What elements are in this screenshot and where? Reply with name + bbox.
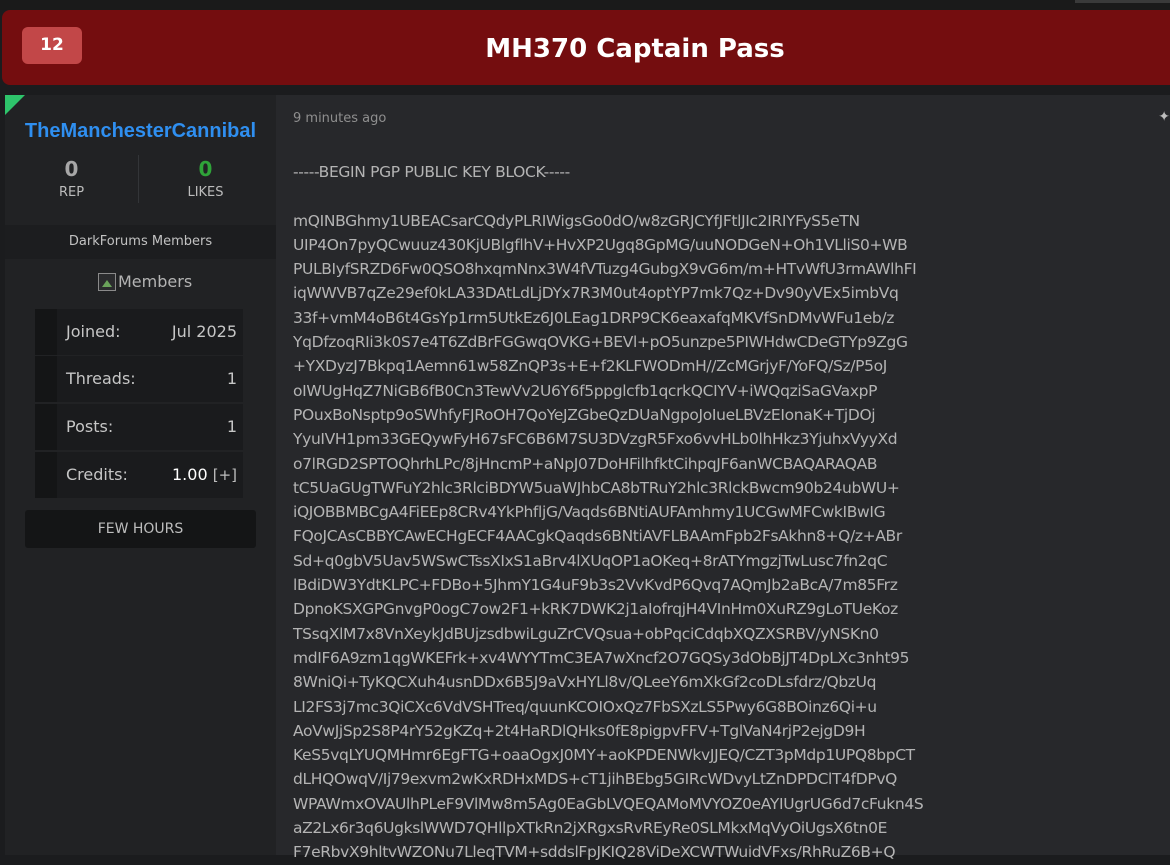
post-line: o7lRGD2SPTOQhrhLPc/8jHncmP+aNpJ07DoHFilh…: [293, 454, 878, 473]
post-body: -----BEGIN PGP PUBLIC KEY BLOCK----- mQIN…: [293, 160, 1163, 865]
post-line: AoVwJjSp2S8P4rY52gKZq+2t4HaRDlQHks0fE8pi…: [293, 721, 866, 740]
thread-header: 12 MH370 Captain Pass: [2, 10, 1170, 85]
post-line: DpnoKSXGPGnvgP0ogC7ow2F1+kRK7DWK2j1aIofr…: [293, 600, 898, 619]
post-line: mdIF6A9zm1qgWKEFrk+xv4WYYTmC3EA7wXncf2O7…: [293, 648, 910, 667]
info-row-accent: [35, 404, 57, 450]
post-line: tC5UaGUgTWFuY2hlc3RlciBDYW5uaWJhbCA8bTRu…: [293, 478, 900, 497]
post-line: +YXDyzJ7Bkpq1Aemn61w58ZnQP3s+E+f2KLFWODm…: [293, 357, 888, 376]
post-line: lBdiDW3YdtKLPC+FDBo+5JhmY1G4uF9b3s2VvKvd…: [293, 576, 898, 595]
group-image: Members: [98, 272, 192, 291]
post-line: YyuIVH1pm33GEQywFyH67sFC6B6M7SU3DVzgR5Fx…: [293, 430, 898, 449]
activity-badge: FEW HOURS: [25, 510, 256, 548]
post-line: [293, 184, 1163, 208]
info-label: Threads:: [66, 369, 136, 388]
post-timestamp[interactable]: 9 minutes ago: [293, 111, 386, 126]
likes-stat[interactable]: 0 LIKES: [139, 157, 272, 200]
online-status-icon: [5, 95, 25, 115]
post-line: POuxBoNsptp9oSWhfyFJRoOH7QoYeJZGbeQzDUaN…: [293, 405, 876, 424]
post-line: iqWWVB7qZe29ef0kLA33DAtLdLjDYx7R3M0ut4op…: [293, 284, 899, 303]
info-value[interactable]: 1: [227, 404, 237, 450]
info-row-threads: Threads: 1: [35, 356, 243, 402]
broken-image-icon: [98, 272, 116, 291]
author-username[interactable]: TheManchesterCannibal: [5, 120, 276, 143]
info-row-accent: [35, 452, 57, 498]
post-line: UIP4On7pyQCwuuz430KjUBlgflhV+HvXP2Ugq8Gp…: [293, 235, 908, 254]
info-label: Credits:: [66, 465, 128, 484]
info-label: Joined:: [66, 322, 121, 341]
post-line: WPAWmxOVAUlhPLeF9VlMw8m5Ag0EaGbLVQEQAMoM…: [293, 794, 924, 813]
post-line: 33f+vmM4oB6t4GsYp1rm5UtkEz6J0LEag1DRP9CK…: [293, 308, 895, 327]
likes-value: 0: [198, 157, 213, 181]
info-label: Posts:: [66, 417, 114, 436]
reputation-label: REP: [58, 185, 85, 200]
likes-label: LIKES: [187, 185, 224, 200]
post-line: aZ2Lx6r3q6UgkslWWD7QHllpXTkRn2jXRgxsRvRE…: [293, 819, 888, 838]
post-menu-icon[interactable]: ✦: [1158, 109, 1170, 125]
post-line: iQJOBBMBCgA4FiEEp8CRv4YkPhfljG/Vaqds6BNt…: [293, 503, 886, 522]
post-line: KeS5vqLYUQMHmr6EgFTG+oaaOgxJ0MY+aoKPDENW…: [293, 746, 915, 765]
top-strip: [0, 0, 1170, 10]
post-line: LI2FS3j7mc3QiCXc6VdVSHTreq/quunKCOIOxQz7…: [293, 697, 877, 716]
post-line: Sd+q0gbV5Uav5WSwCTssXIxS1aBrv4lXUqOP1aOK…: [293, 551, 888, 570]
add-credits-button[interactable]: [+]: [213, 466, 237, 484]
user-group: DarkForums Members: [5, 225, 276, 259]
credits-value-group: 1.00 [+]: [172, 452, 237, 498]
post-content: 9 minutes ago ✦ -----BEGIN PGP PUBLIC KE…: [276, 95, 1170, 861]
post-line: oIWUgHqZ7NiGB6fB0Cn3TewVv2U6Y6f5ppglcfb1…: [293, 381, 878, 400]
group-image-alt: Members: [118, 272, 193, 291]
info-row-credits: Credits: 1.00 [+]: [35, 452, 243, 498]
info-value: Jul 2025: [171, 322, 237, 341]
info-row-accent: [35, 309, 57, 355]
post-line: -----BEGIN PGP PUBLIC KEY BLOCK-----: [293, 163, 570, 181]
credits-value: 1.00: [172, 465, 208, 484]
post-line: TSsqXlM7x8VnXeykJdBUjzsdbwiLguZrCVQsua+o…: [293, 624, 879, 643]
post-line: dLHQOwqV/Ij79exvm2wKxRDHxMDS+cT1jihBEbg5…: [293, 770, 898, 789]
thread-title: MH370 Captain Pass: [485, 34, 785, 64]
info-row-posts: Posts: 1: [35, 404, 243, 450]
post-line: FQoJCAsCBBYCAwECHgECF4AACgkQaqds6BNtiAVF…: [293, 527, 902, 546]
info-row-accent: [35, 356, 57, 402]
reputation-value: 0: [64, 157, 79, 181]
reputation-stat[interactable]: 0 REP: [5, 157, 138, 200]
top-strip-sliver: [1075, 0, 1170, 3]
info-value[interactable]: 1: [227, 356, 237, 402]
post-line: 8WniQi+TyKQCXuh4usnDDx6B5J9aVxHYLl8v/QLe…: [293, 673, 877, 692]
author-sidebar: TheManchesterCannibal 0 REP 0 LIKES Dark…: [5, 95, 276, 855]
post-line: PULBIyfSRZD6Fw0QSO8hxqmNnx3W4fVTuzg4Gubg…: [293, 260, 917, 279]
info-row-joined: Joined: Jul 2025: [35, 309, 243, 355]
post-line: YqDfzoqRIi3k0S7e4T6ZdBrFGGwqOVKG+BEVl+pO…: [293, 333, 908, 352]
post-line: mQINBGhmy1UBEACsarCQdyPLRIWigsGo0dO/w8zG…: [293, 211, 860, 230]
post-line: F7eRbvX9hltvWZONu7LleqTVM+sddslFpJKIQ28V…: [293, 843, 896, 862]
